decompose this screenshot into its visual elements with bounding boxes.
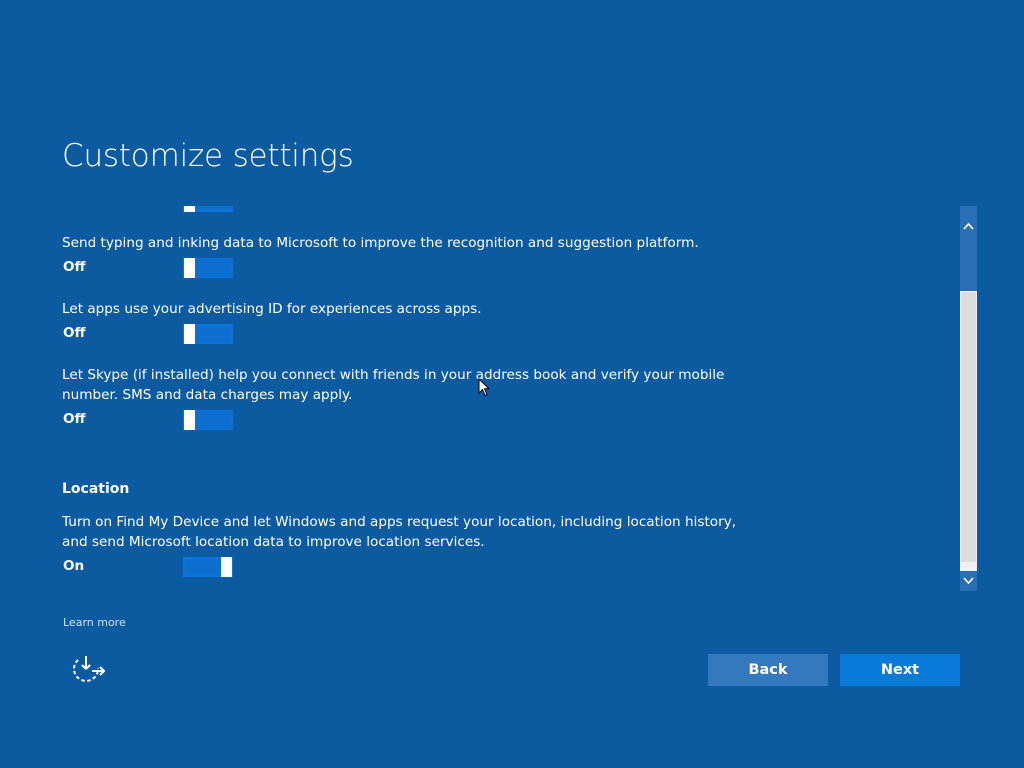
ease-of-access-icon[interactable] [70, 654, 106, 686]
setting-item-skype: Let Skype (if installed) help you connec… [62, 365, 742, 432]
toggle-row: Off [62, 410, 742, 432]
learn-more-link[interactable]: Learn more [63, 616, 126, 629]
toggle-row: On [62, 557, 742, 579]
next-button[interactable]: Next [840, 654, 960, 686]
toggle-knob [184, 324, 195, 344]
toggle-knob [184, 410, 195, 430]
toggle-state-label: Off [63, 325, 86, 341]
oobe-screen: Customize settings Off Send typing and i… [0, 0, 1024, 768]
chevron-down-icon[interactable] [960, 571, 977, 591]
vertical-scrollbar[interactable] [960, 206, 977, 591]
toggle-row: Off [62, 324, 742, 346]
setting-item-location: Turn on Find My Device and let Windows a… [62, 512, 742, 579]
setting-item-advertising-id: Let apps use your advertising ID for exp… [62, 299, 742, 346]
toggle-state-label: Off [63, 411, 86, 427]
toggle-switch[interactable] [183, 206, 233, 212]
location-toggle[interactable] [183, 557, 233, 577]
setting-description: Turn on Find My Device and let Windows a… [62, 514, 737, 550]
mouse-pointer-icon [478, 377, 491, 398]
toggle-row: Off [62, 258, 742, 280]
setting-description: Let Skype (if installed) help you connec… [62, 367, 725, 403]
scrollbar-thumb[interactable] [961, 292, 976, 562]
toggle-state-label: On [63, 558, 85, 574]
setting-description: Send typing and inking data to Microsoft… [62, 235, 699, 251]
typing-data-toggle[interactable] [183, 258, 233, 278]
skype-toggle[interactable] [183, 410, 233, 430]
toggle-knob [221, 557, 232, 577]
toggle-state-label: Off [63, 259, 86, 275]
setting-item-partial: Off [62, 206, 742, 214]
setting-item-typing-data: Send typing and inking data to Microsoft… [62, 233, 742, 280]
settings-scroll-region[interactable]: Off Send typing and inking data to Micro… [62, 206, 742, 590]
chevron-up-icon[interactable] [960, 216, 977, 236]
setting-description: Let apps use your advertising ID for exp… [62, 301, 482, 317]
toggle-row: Off [62, 206, 742, 214]
advertising-id-toggle[interactable] [183, 324, 233, 344]
toggle-knob [184, 206, 195, 212]
toggle-state-label: Off [63, 206, 86, 209]
back-button[interactable]: Back [708, 654, 828, 686]
location-section: Location [62, 481, 742, 497]
section-heading-location: Location [62, 481, 130, 497]
toggle-knob [184, 258, 195, 278]
page-title: Customize settings [62, 138, 354, 174]
